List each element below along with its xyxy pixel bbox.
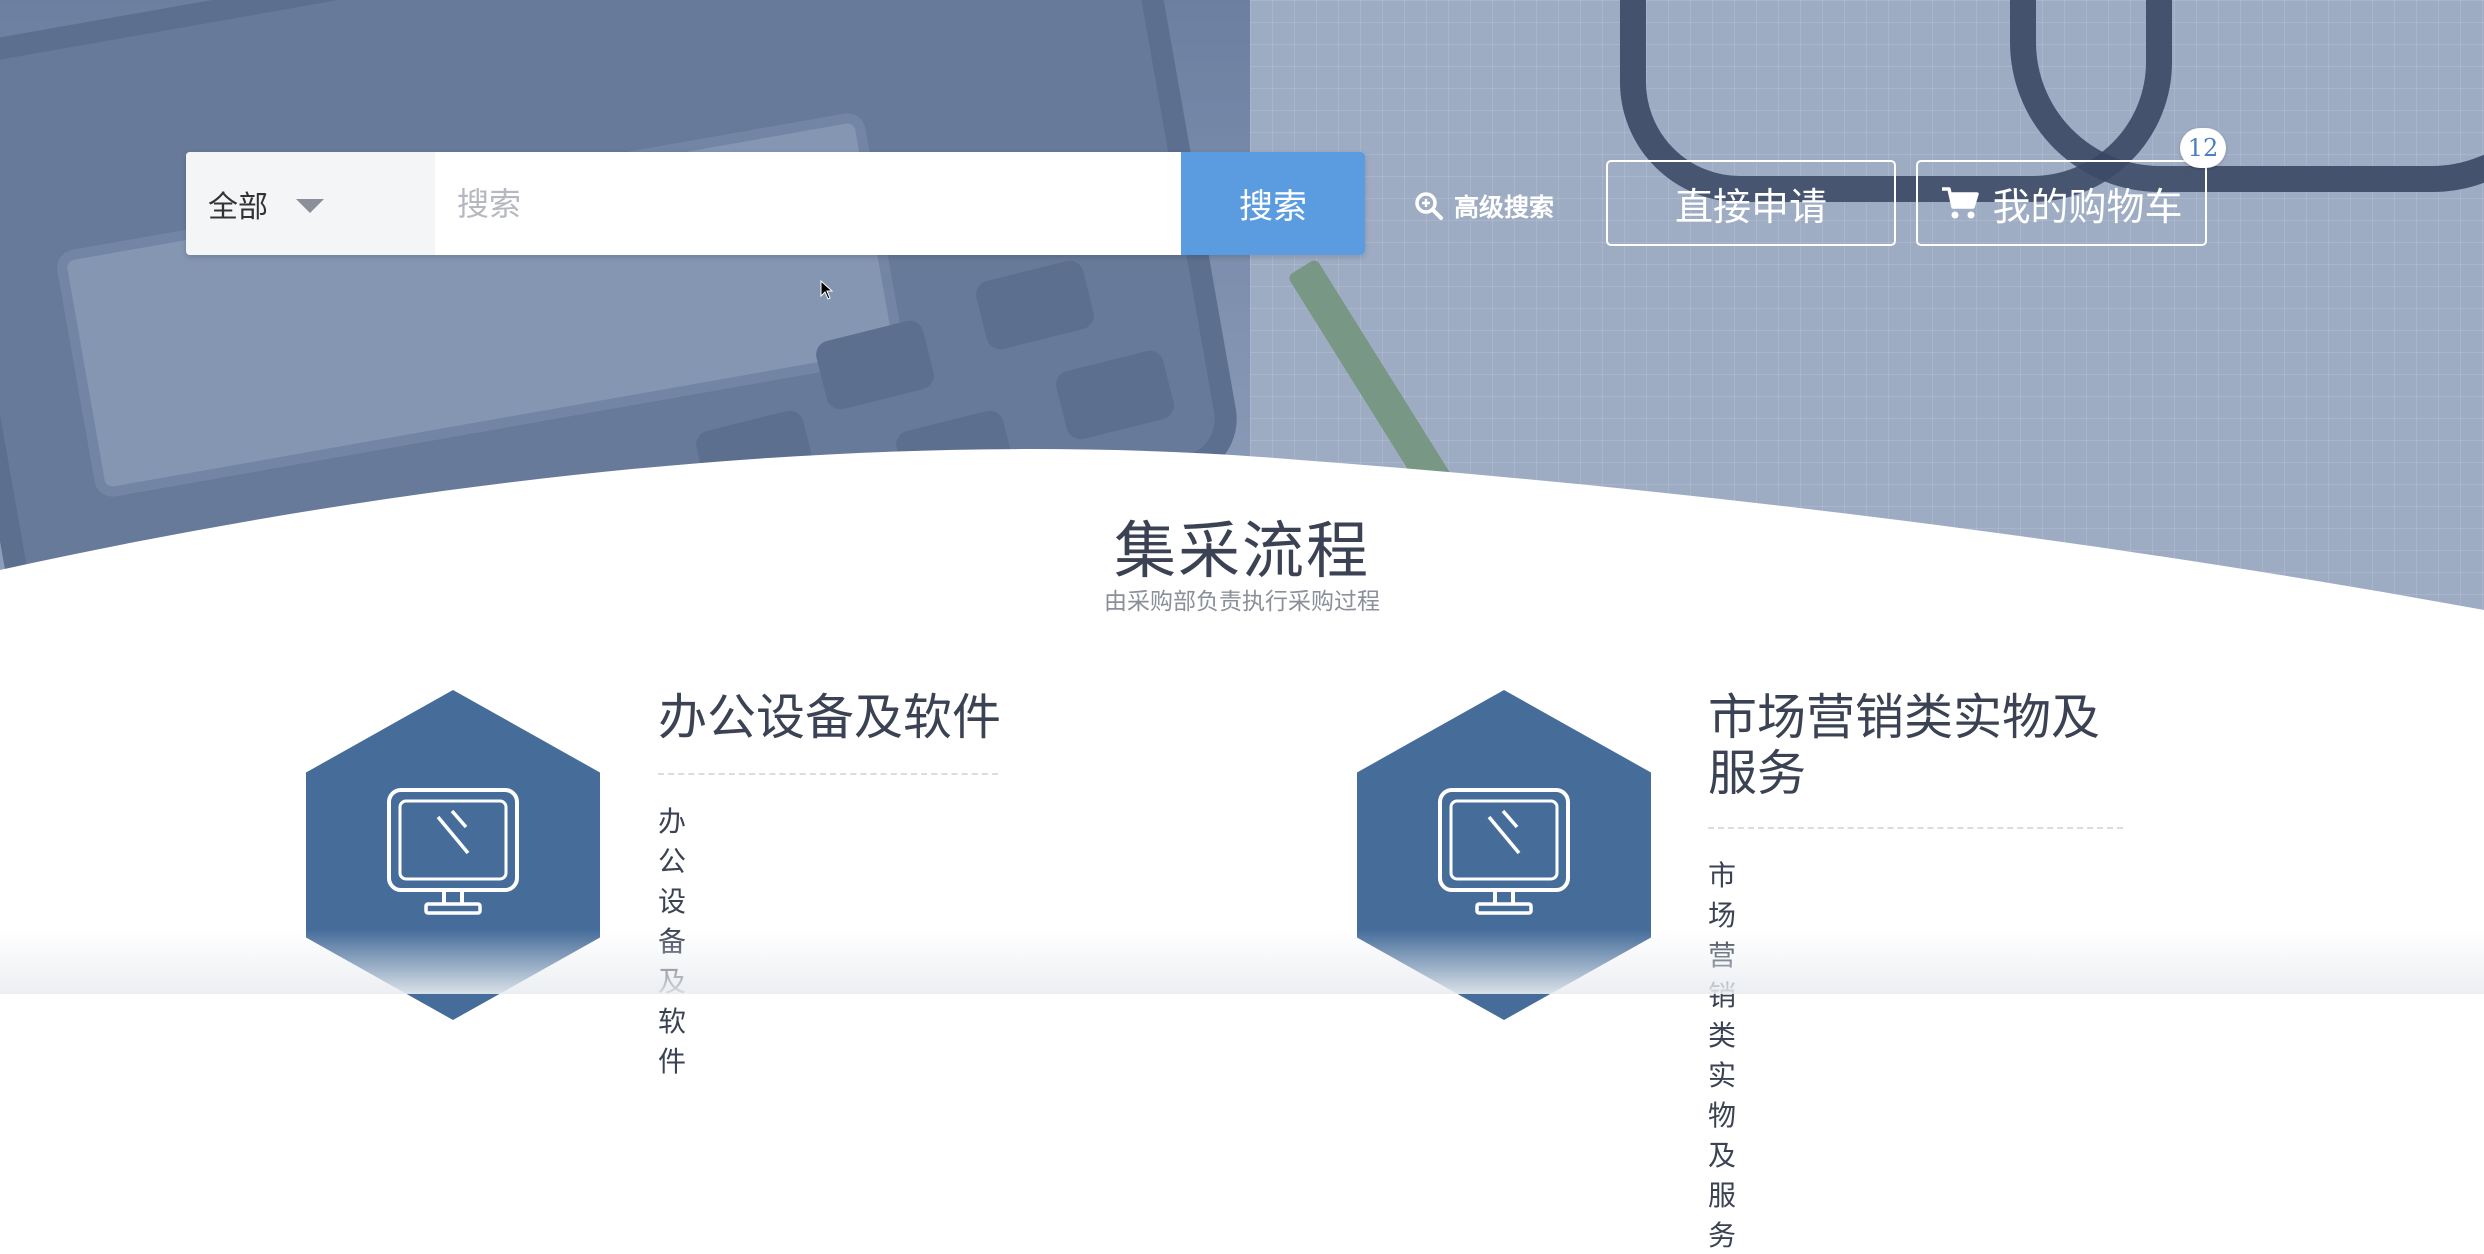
shopping-cart-label: 我的购物车: [1992, 184, 2183, 229]
advanced-search-label: 高级搜索: [1454, 193, 1555, 222]
card-divider: [1708, 827, 2123, 829]
section-subtitle: 由采购部负责执行采购过程: [1104, 589, 1380, 615]
apply-directly-button[interactable]: 直接申请: [1606, 160, 1896, 246]
section-title: 集采流程: [1113, 514, 1370, 587]
card-description: 市场营销类实物及服务: [1708, 859, 1737, 1252]
magnifier-plus-icon: [1415, 192, 1443, 220]
shopping-cart-icon: [1942, 187, 1980, 219]
bottom-fade: [0, 930, 2484, 994]
card-title: 市场营销类实物及服务: [1708, 689, 2101, 802]
monitor-icon: [1438, 788, 1570, 915]
apply-directly-label: 直接申请: [1674, 184, 1827, 229]
advanced-search-link[interactable]: 高级搜索: [1414, 186, 1554, 226]
search-button[interactable]: 搜索: [1181, 152, 1365, 255]
search-bar: 全部 搜索: [186, 152, 1365, 255]
card-divider: [658, 773, 998, 775]
cart-count-badge: 12: [2180, 128, 2226, 168]
mouse-cursor-icon: [820, 280, 834, 300]
search-input[interactable]: [435, 152, 1181, 255]
shopping-cart-button[interactable]: 我的购物车: [1916, 160, 2207, 246]
search-scope-label: 全部: [208, 189, 268, 225]
chevron-down-icon: [296, 198, 324, 213]
monitor-icon: [387, 788, 519, 915]
card-title: 办公设备及软件: [658, 689, 1002, 746]
search-scope-dropdown[interactable]: 全部: [186, 152, 435, 255]
